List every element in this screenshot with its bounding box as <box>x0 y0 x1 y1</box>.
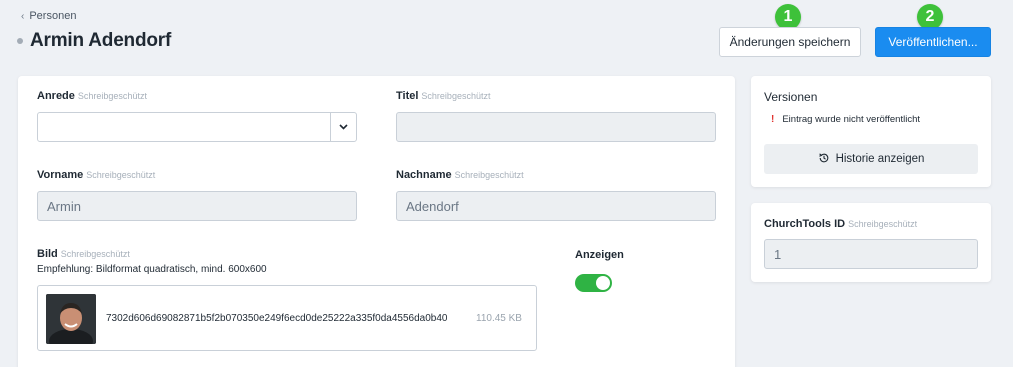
page-title: Armin Adendorf <box>30 30 172 51</box>
toggle-knob <box>596 276 610 290</box>
readonly-tag: Schreibgeschützt <box>454 170 524 180</box>
readonly-tag: Schreibgeschützt <box>421 91 491 101</box>
readonly-tag: Schreibgeschützt <box>86 170 156 180</box>
anrede-label: Anrede Schreibgeschützt <box>37 90 147 102</box>
not-published-warning: ! Eintrag wurde nicht veröffentlicht <box>771 114 920 125</box>
titel-label: Titel Schreibgeschützt <box>396 90 491 102</box>
nachname-label: Nachname Schreibgeschützt <box>396 169 524 181</box>
breadcrumb-back-link[interactable]: ‹ Personen <box>21 10 76 22</box>
person-form-card: Anrede Schreibgeschützt Titel Schreibgesch… <box>18 76 735 367</box>
anzeigen-toggle[interactable] <box>575 274 612 292</box>
titel-field[interactable] <box>396 112 716 142</box>
bild-hint: Empfehlung: Bildformat quadratisch, mind… <box>37 264 267 275</box>
status-dot-icon <box>17 38 23 44</box>
history-icon <box>818 152 830 167</box>
show-history-button[interactable]: Historie anzeigen <box>764 144 978 174</box>
breadcrumb-label: Personen <box>29 10 77 22</box>
chevron-down-icon[interactable] <box>330 113 356 141</box>
readonly-tag: Schreibgeschützt <box>848 219 918 229</box>
vorname-label: Vorname Schreibgeschützt <box>37 169 156 181</box>
churchtools-id-field[interactable]: 1 <box>764 239 978 269</box>
anrede-select[interactable] <box>37 112 357 142</box>
chevron-left-icon: ‹ <box>21 10 25 22</box>
readonly-tag: Schreibgeschützt <box>77 91 147 101</box>
page-title-row: Armin Adendorf <box>17 30 171 52</box>
versions-card: Versionen ! Eintrag wurde nicht veröffen… <box>751 76 991 187</box>
readonly-tag: Schreibgeschützt <box>60 249 130 259</box>
publish-button[interactable]: Veröffentlichen... <box>875 27 991 57</box>
exclamation-icon: ! <box>771 114 775 125</box>
churchtools-id-label: ChurchTools ID Schreibgeschützt <box>764 218 918 230</box>
warning-text: Eintrag wurde nicht veröffentlicht <box>782 114 920 125</box>
vorname-field[interactable]: Armin <box>37 191 357 221</box>
versions-title: Versionen <box>764 90 818 104</box>
show-history-label: Historie anzeigen <box>835 153 925 165</box>
bild-label: Bild Schreibgeschützt <box>37 248 130 260</box>
image-file-size: 110.45 KB <box>476 313 522 324</box>
anzeigen-label: Anzeigen <box>575 249 624 261</box>
churchtools-id-card: ChurchTools ID Schreibgeschützt 1 <box>751 203 991 282</box>
image-file-item[interactable]: 7302d606d69082871b5f2b070350e249f6ecd0de… <box>37 285 537 351</box>
save-changes-button[interactable]: Änderungen speichern <box>719 27 861 57</box>
image-file-name: 7302d606d69082871b5f2b070350e249f6ecd0de… <box>106 313 448 324</box>
avatar-thumbnail <box>46 294 96 344</box>
nachname-field[interactable]: Adendorf <box>396 191 716 221</box>
